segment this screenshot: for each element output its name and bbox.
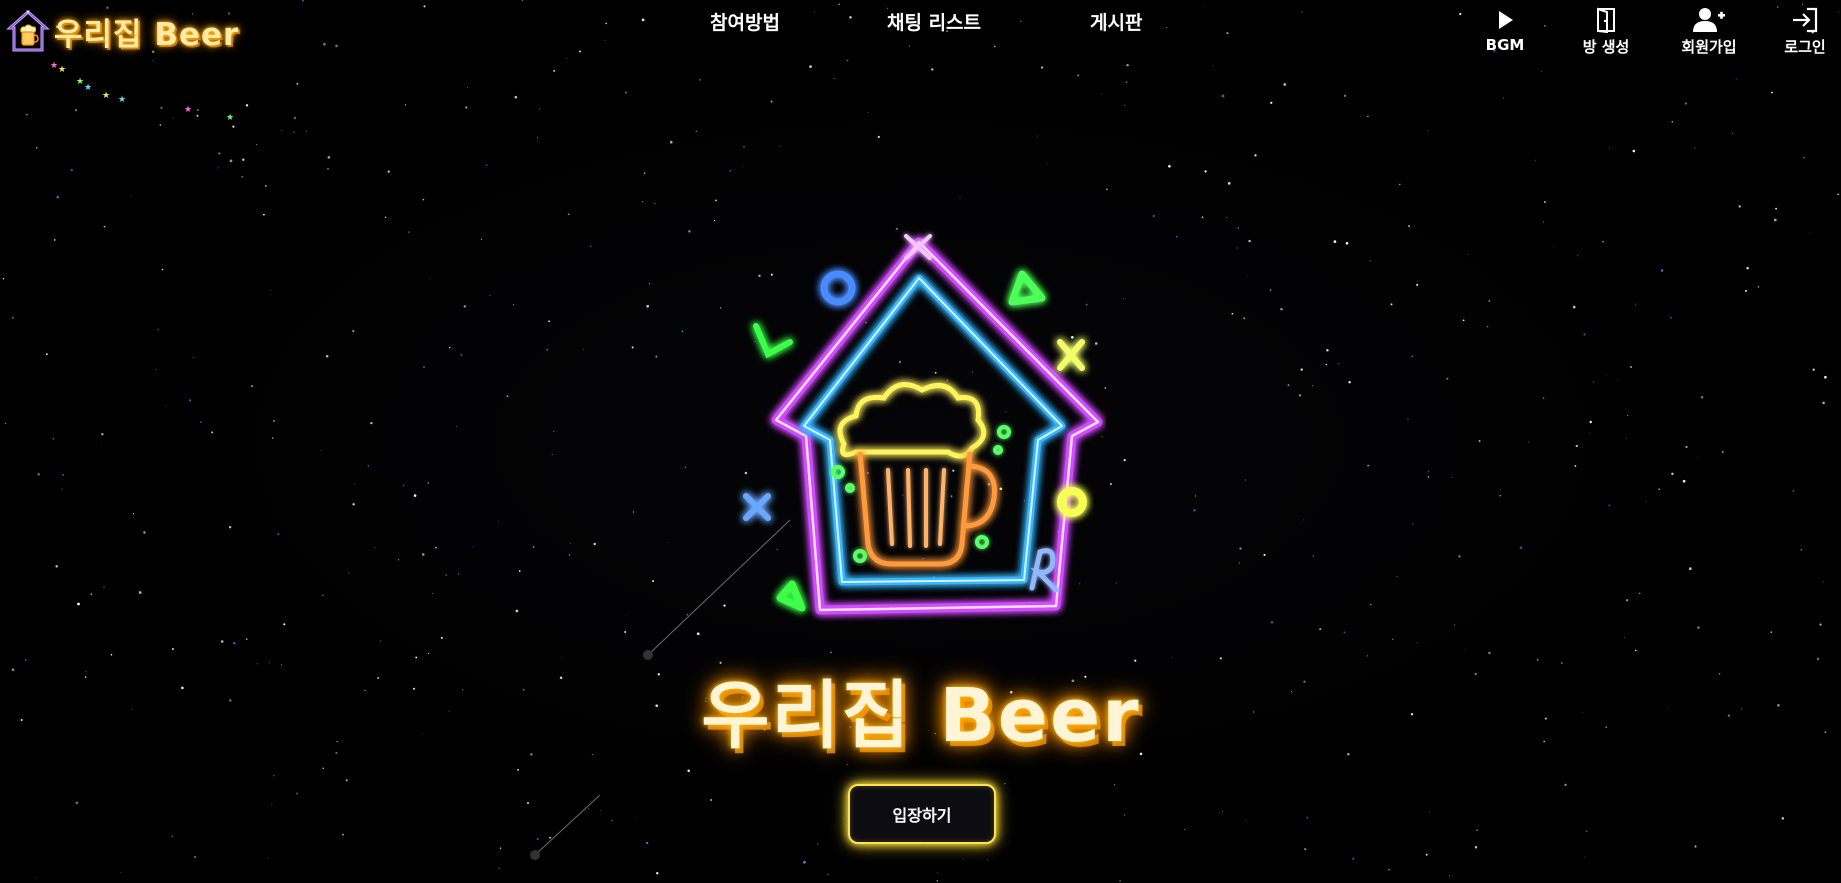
nav-link-board[interactable]: 게시판	[1090, 8, 1142, 35]
svg-text:★: ★	[102, 91, 110, 101]
user-actions: BGM 방 생성 회원가입 로그인	[1477, 6, 1833, 57]
door-icon	[1595, 6, 1617, 34]
create-room-label: 방 생성	[1582, 38, 1630, 56]
neon-beer-house-logo	[726, 226, 1106, 630]
bgm-label: BGM	[1485, 36, 1525, 54]
svg-text:★: ★	[184, 105, 192, 115]
nav-link-chat-list[interactable]: 채팅 리스트	[887, 8, 981, 35]
play-icon	[1495, 6, 1515, 34]
signup-button[interactable]: 회원가입	[1669, 6, 1749, 57]
svg-text:★: ★	[76, 77, 84, 87]
bgm-button[interactable]: BGM	[1477, 6, 1533, 57]
svg-text:★: ★	[118, 95, 126, 105]
svg-text:★: ★	[226, 113, 234, 123]
login-button[interactable]: 로그인	[1777, 6, 1833, 57]
hero-title: 우리집 Beer	[701, 673, 1141, 759]
login-icon	[1791, 6, 1819, 34]
svg-text:★: ★	[50, 61, 58, 71]
page: ★ ★ ★ ★ ★ ★ ★ ★ × 우리집 Beer 참여방법 채팅 리스트 게시판 BGM	[0, 0, 1841, 883]
user-plus-icon	[1692, 6, 1726, 34]
login-label: 로그인	[1784, 38, 1826, 56]
signup-label: 회원가입	[1681, 38, 1737, 56]
svg-text:★: ★	[58, 65, 66, 75]
nav-link-how-to-join[interactable]: 참여방법	[710, 8, 780, 35]
enter-button[interactable]: 입장하기	[848, 784, 996, 844]
svg-text:★: ★	[84, 83, 92, 93]
create-room-button[interactable]: 방 생성	[1571, 6, 1641, 57]
